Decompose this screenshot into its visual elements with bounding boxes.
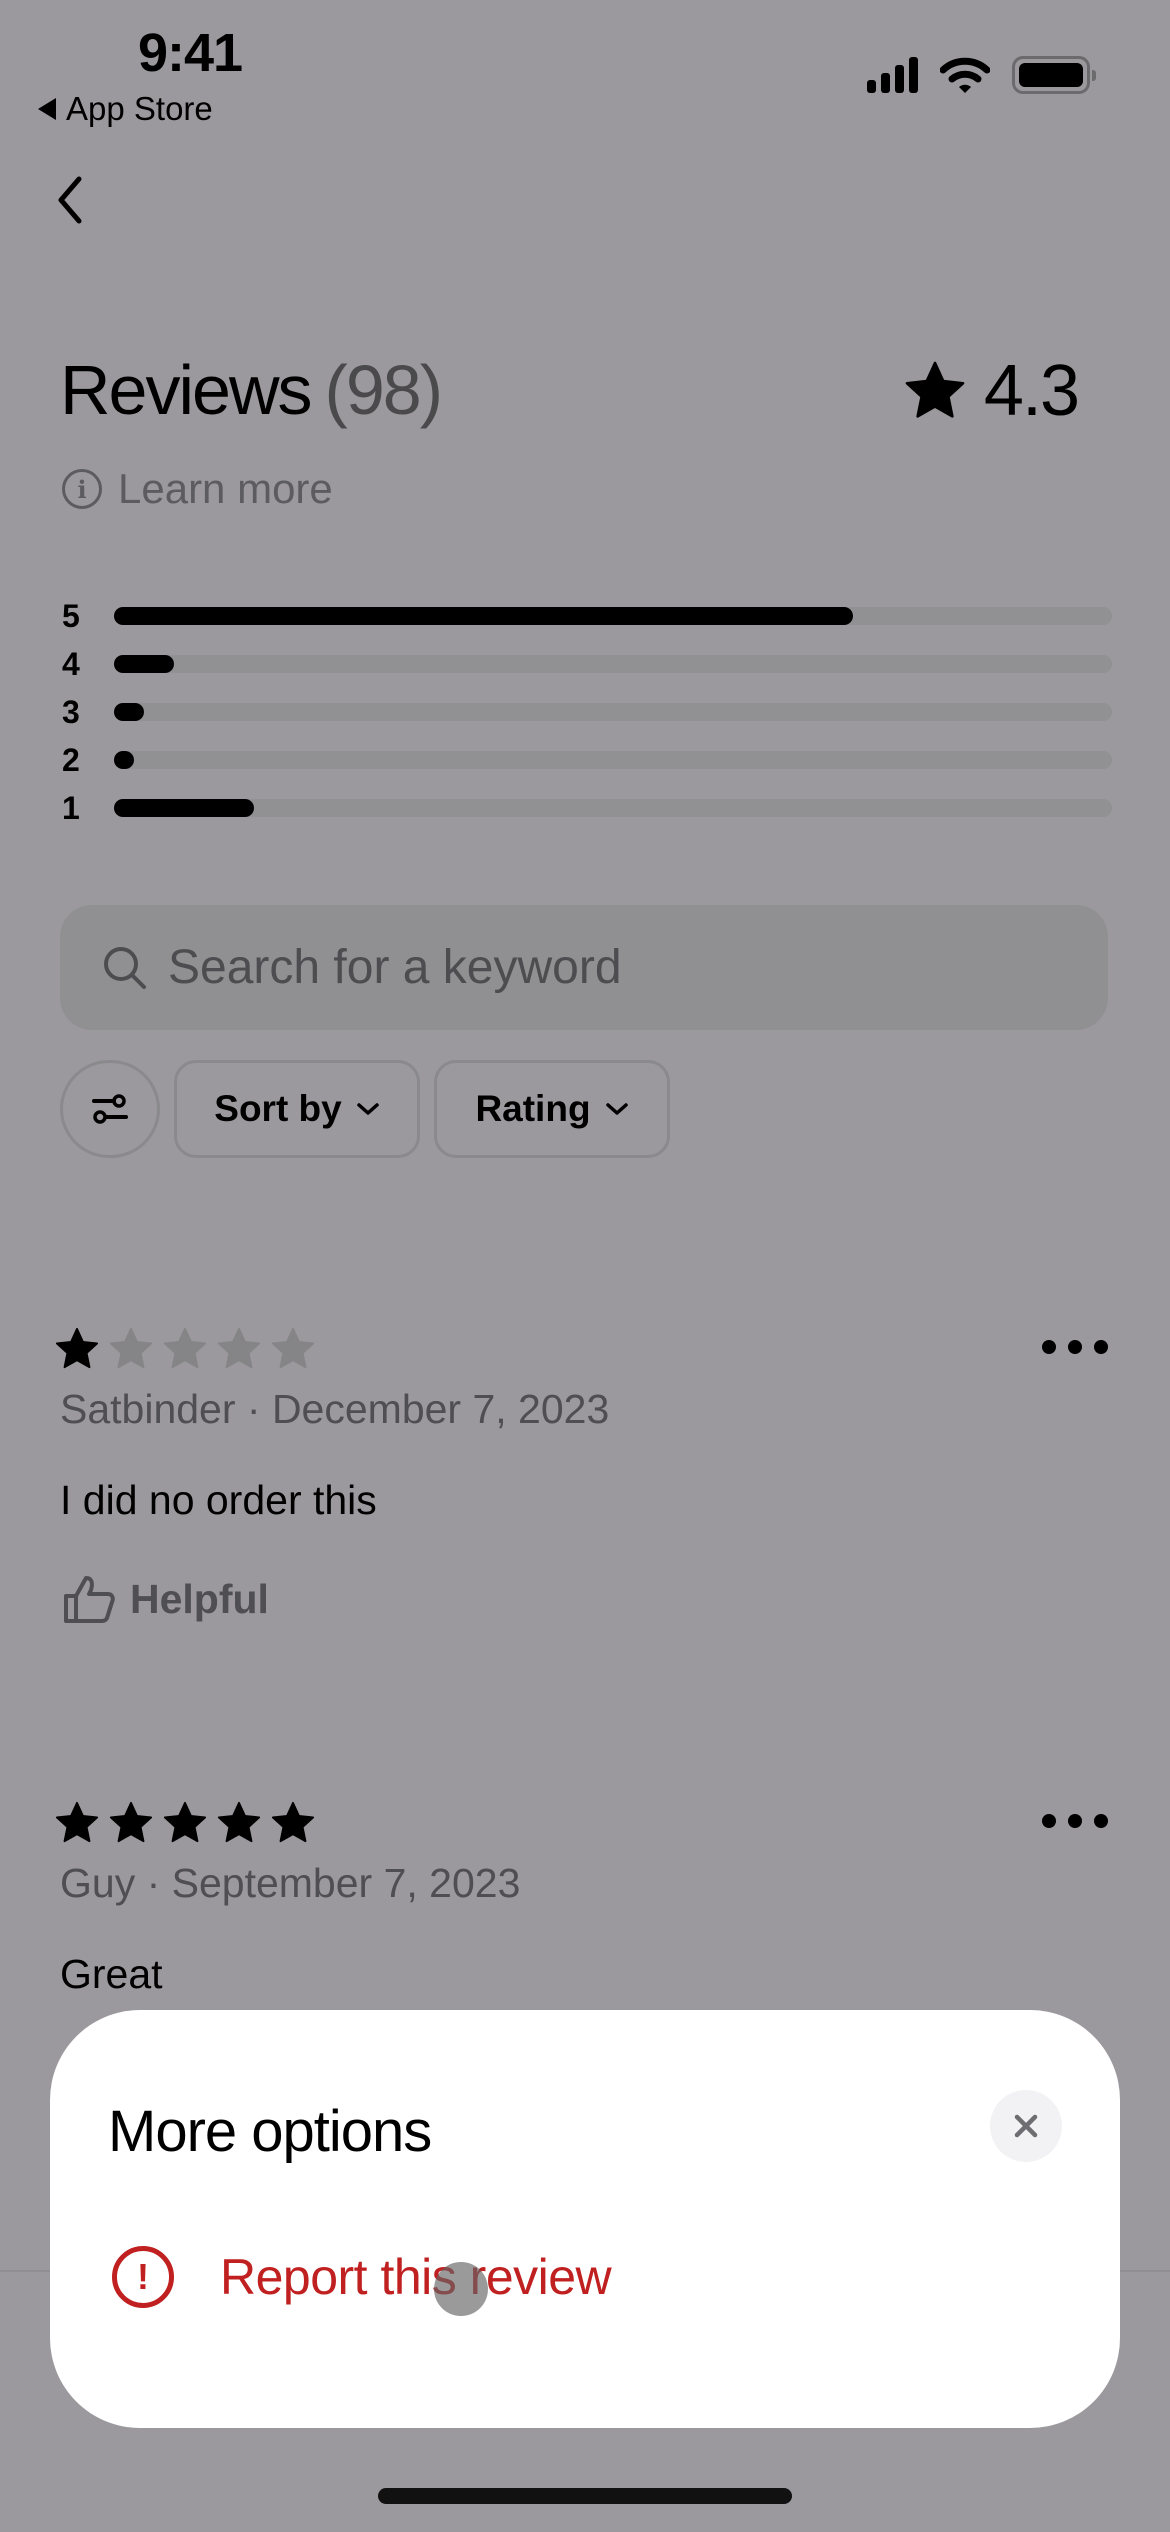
star-icon — [905, 361, 965, 418]
rating-histogram: 5 4 3 2 1 — [62, 592, 1112, 832]
histogram-bar — [114, 703, 144, 721]
status-time: 9:41 — [138, 23, 243, 83]
learn-more-link[interactable]: i Learn more — [62, 465, 333, 513]
histogram-row: 1 — [62, 784, 1112, 832]
chevron-down-icon — [356, 1103, 379, 1115]
star-empty-icon — [109, 1327, 153, 1369]
histogram-star-label: 5 — [62, 597, 80, 634]
histogram-row: 3 — [62, 688, 1112, 736]
sort-by-label: Sort by — [214, 1088, 342, 1129]
histogram-bar — [114, 655, 174, 673]
touch-indicator — [434, 2262, 488, 2316]
star-empty-icon — [271, 1327, 315, 1369]
histogram-track — [114, 751, 1112, 769]
review-stars — [54, 1800, 1114, 1846]
review-text: I did no order this — [60, 1477, 377, 1523]
average-rating-value: 4.3 — [983, 351, 1080, 431]
home-indicator[interactable] — [378, 2488, 792, 2504]
report-review-option[interactable]: ! Report this review — [112, 2246, 612, 2308]
review-count: (98) — [324, 351, 443, 429]
star-empty-icon — [163, 1327, 207, 1369]
cellular-signal-icon — [867, 57, 918, 93]
star-empty-icon — [217, 1327, 261, 1369]
wifi-icon — [940, 57, 990, 93]
battery-icon — [1012, 56, 1096, 94]
info-icon: i — [62, 469, 102, 509]
more-options-sheet: More options ! Report this review — [50, 2010, 1120, 2428]
chevron-down-icon — [605, 1103, 628, 1115]
histogram-track — [114, 799, 1112, 817]
histogram-row: 2 — [62, 736, 1112, 784]
star-filled-icon — [217, 1801, 261, 1843]
star-filled-icon — [109, 1801, 153, 1843]
review-meta: Satbinder · December 7, 2023 — [60, 1386, 610, 1432]
review-item: Guy · September 7, 2023 Great — [54, 1800, 1114, 1998]
star-filled-icon — [55, 1801, 99, 1843]
filter-button[interactable] — [60, 1060, 160, 1158]
histogram-bar — [114, 607, 853, 625]
sliders-icon — [92, 1094, 128, 1124]
search-bar[interactable] — [60, 905, 1108, 1030]
review-item: Satbinder · December 7, 2023 I did no or… — [54, 1326, 1114, 1624]
star-filled-icon — [163, 1801, 207, 1843]
histogram-track — [114, 655, 1112, 673]
review-meta: Guy · September 7, 2023 — [60, 1860, 521, 1906]
helpful-label: Helpful — [130, 1575, 269, 1622]
back-to-app-store[interactable]: App Store — [38, 90, 213, 128]
review-stars — [54, 1326, 1114, 1372]
histogram-star-label: 2 — [62, 741, 80, 778]
chevron-left-icon — [58, 176, 82, 224]
rating-dropdown[interactable]: Rating — [434, 1060, 670, 1158]
histogram-row: 5 — [62, 592, 1112, 640]
histogram-row: 4 — [62, 640, 1112, 688]
alert-circle-icon: ! — [112, 2246, 174, 2308]
average-rating: 4.3 — [902, 350, 1080, 432]
histogram-bar — [114, 751, 134, 769]
page-title: Reviews (98) — [60, 350, 443, 430]
report-review-label: Report this review — [220, 2249, 612, 2305]
helpful-button[interactable]: Helpful — [62, 1574, 1114, 1624]
page-title-text: Reviews — [60, 351, 313, 429]
more-options-button[interactable] — [1036, 1808, 1114, 1834]
histogram-star-label: 1 — [62, 789, 80, 826]
histogram-star-label: 3 — [62, 693, 80, 730]
close-button[interactable] — [990, 2090, 1062, 2162]
histogram-track — [114, 607, 1112, 625]
star-filled-icon — [55, 1327, 99, 1369]
back-button[interactable] — [40, 170, 100, 230]
histogram-bar — [114, 799, 254, 817]
status-icons — [867, 56, 1096, 94]
thumbs-up-icon — [64, 1576, 115, 1623]
sort-by-dropdown[interactable]: Sort by — [174, 1060, 420, 1158]
back-triangle-icon — [38, 98, 56, 120]
more-options-button[interactable] — [1036, 1334, 1114, 1360]
star-filled-icon — [271, 1801, 315, 1843]
filter-bar: Sort by Rating — [60, 1060, 670, 1158]
learn-more-label: Learn more — [118, 465, 333, 512]
search-icon — [104, 946, 146, 989]
search-input[interactable] — [168, 940, 968, 995]
histogram-track — [114, 703, 1112, 721]
back-app-label: App Store — [66, 90, 213, 127]
histogram-star-label: 4 — [62, 645, 80, 682]
rating-filter-label: Rating — [475, 1088, 591, 1129]
review-text: Great — [60, 1951, 163, 1997]
sheet-title: More options — [108, 2099, 432, 2164]
close-icon — [1014, 2114, 1038, 2138]
